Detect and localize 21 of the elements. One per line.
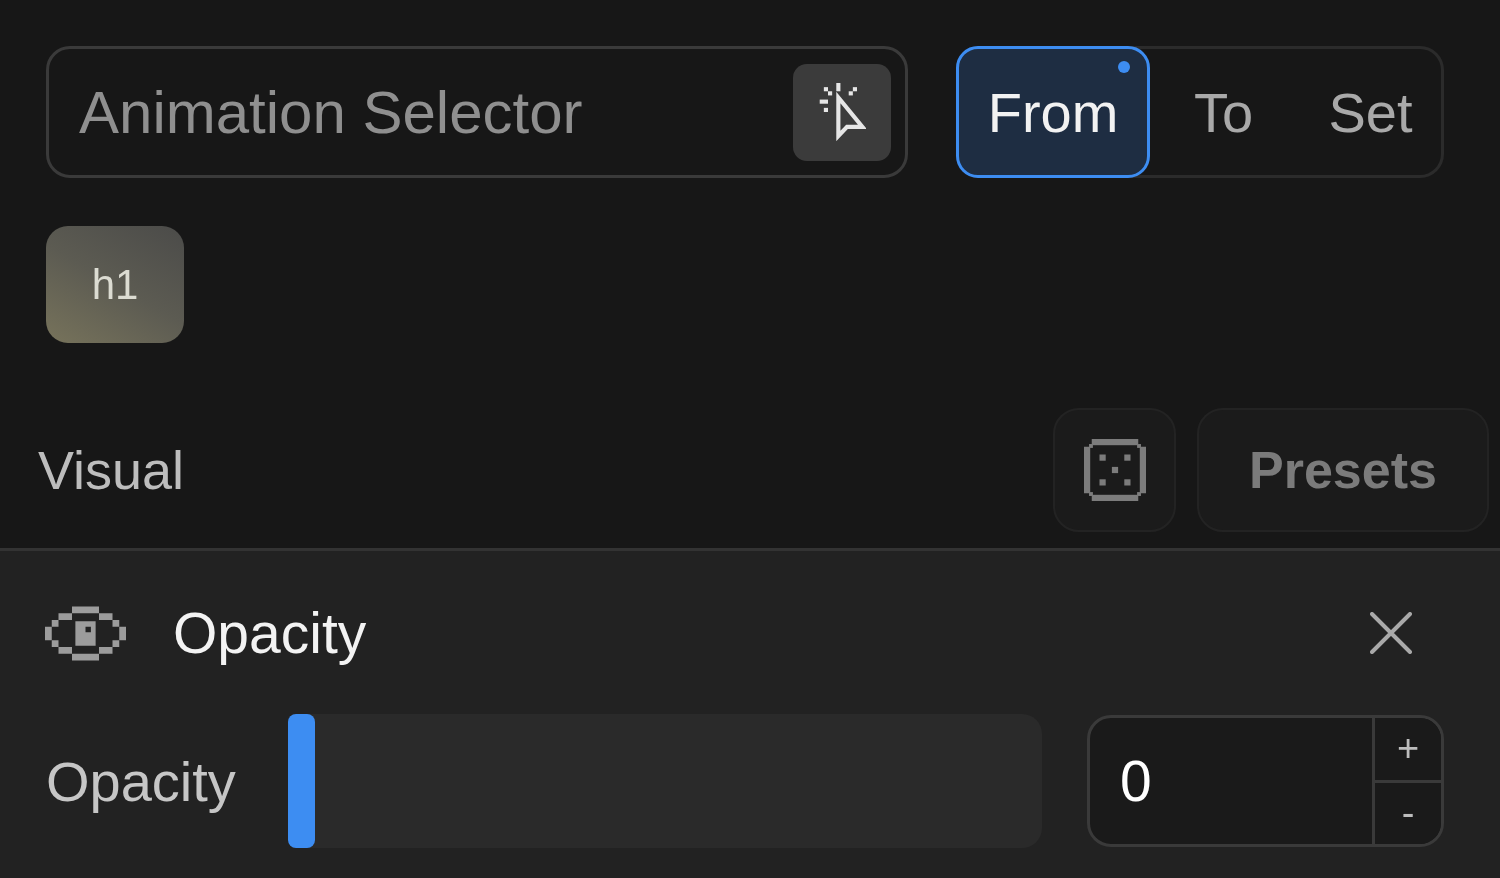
value-input[interactable]: 0 <box>1090 718 1372 844</box>
random-button[interactable] <box>1053 408 1176 532</box>
slider-track[interactable] <box>288 714 1042 848</box>
tab[interactable]: From <box>956 46 1150 178</box>
element-picker-button[interactable] <box>793 63 891 161</box>
target-chip[interactable]: h1 <box>46 226 184 343</box>
selector-field[interactable]: Animation Selector <box>46 46 908 178</box>
selector-input[interactable]: Animation Selector <box>79 72 781 152</box>
eye-icon[interactable] <box>45 605 126 661</box>
cursor-sparkle-icon <box>818 83 866 141</box>
tab[interactable]: To <box>1150 46 1297 178</box>
section-title: Visual <box>38 439 185 501</box>
tab[interactable]: Set <box>1297 46 1444 178</box>
presets-button[interactable]: Presets <box>1197 408 1489 532</box>
increment-button[interactable]: + <box>1375 718 1441 783</box>
property-title: Opacity <box>173 600 367 666</box>
slider-thumb[interactable] <box>288 714 315 848</box>
dice-icon <box>1083 439 1146 501</box>
control-label: Opacity <box>46 748 237 814</box>
close-button[interactable] <box>1367 609 1415 657</box>
close-icon <box>1370 612 1412 654</box>
